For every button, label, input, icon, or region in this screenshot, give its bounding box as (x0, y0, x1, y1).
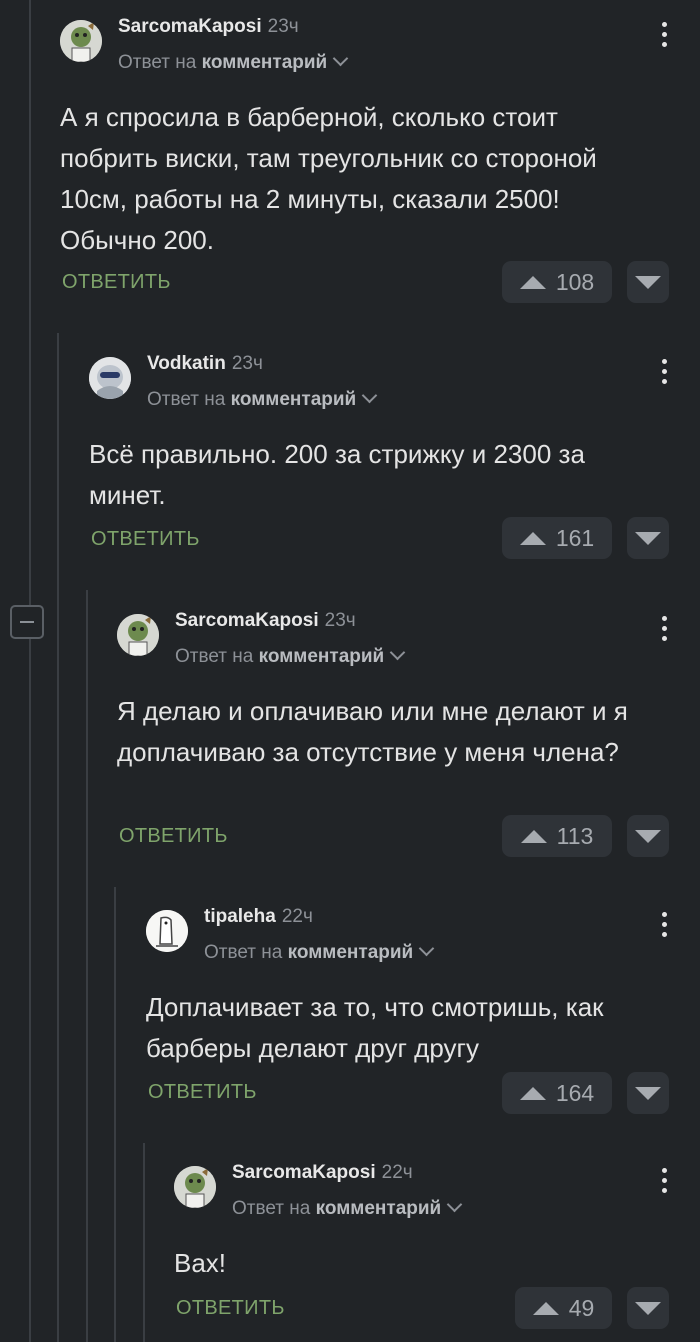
thread-line (86, 590, 88, 1342)
comment-text: А я спросила в барберной, сколько стоит … (60, 102, 597, 255)
comment-author[interactable]: SarcomaKaposi 23ч (118, 16, 299, 38)
reply-button[interactable]: ОТВЕТИТЬ (119, 825, 228, 848)
chevron-down-icon (332, 50, 349, 67)
reply-to-link[interactable]: Ответ на комментарий (175, 644, 406, 668)
triangle-up-icon (519, 531, 546, 545)
upvote-button[interactable]: 108 (502, 261, 612, 303)
triangle-up-icon (532, 1301, 559, 1315)
thread-line (143, 1143, 145, 1342)
triangle-up-icon (520, 829, 547, 843)
triangle-down-icon (635, 1301, 661, 1315)
rating: 113 (556, 822, 594, 849)
comment-text: Всё правильно. 200 за стрижку и 2300 за … (89, 439, 585, 510)
thread-line (29, 0, 31, 605)
thread-line (114, 887, 116, 1342)
rating: 164 (555, 1079, 595, 1106)
downvote-button[interactable] (627, 1287, 669, 1329)
upvote-button[interactable]: 49 (515, 1287, 612, 1329)
comment: SarcomaKaposi 23ч Ответ на комментарий Я … (117, 610, 700, 870)
upvote-button[interactable]: 161 (502, 517, 612, 559)
comment-author[interactable]: Vodkatin 23ч (147, 353, 263, 375)
triangle-down-icon (635, 829, 661, 843)
thread-line (29, 639, 31, 1342)
rating: 161 (555, 524, 595, 551)
collapse-thread-button[interactable] (10, 605, 44, 639)
rating: 108 (555, 268, 595, 295)
reply-to-link[interactable]: Ответ на комментарий (118, 50, 349, 74)
triangle-down-icon (635, 531, 661, 545)
triangle-up-icon (519, 275, 546, 289)
chevron-down-icon (389, 644, 406, 661)
comment-time: 23ч (231, 353, 263, 374)
avatar[interactable] (146, 910, 188, 952)
downvote-button[interactable] (627, 1072, 669, 1114)
thread-line (57, 333, 59, 1342)
comment-time: 22ч (381, 1162, 413, 1183)
comment: tipaleha 22ч Ответ на комментарий Доплачи… (146, 906, 700, 1126)
comment-author[interactable]: SarcomaKaposi 22ч (232, 1162, 413, 1184)
comment: SarcomaKaposi 23ч Ответ на комментарий А … (60, 16, 700, 306)
avatar[interactable] (60, 20, 102, 62)
comment-time: 22ч (281, 906, 313, 927)
rating: 49 (568, 1294, 595, 1321)
comment-author[interactable]: tipaleha 22ч (204, 906, 313, 928)
reply-to-link[interactable]: Ответ на комментарий (147, 387, 378, 411)
reply-button[interactable]: ОТВЕТИТЬ (62, 271, 171, 294)
comment-time: 23ч (267, 16, 299, 37)
triangle-down-icon (635, 275, 661, 289)
comment-text: Я делаю и оплачиваю или мне делают и я д… (117, 696, 628, 767)
avatar[interactable] (174, 1166, 216, 1208)
avatar[interactable] (89, 357, 131, 399)
comment-text: Доплачивает за то, что смотришь, как бар… (146, 992, 604, 1063)
avatar[interactable] (117, 614, 159, 656)
kebab-icon[interactable] (662, 616, 668, 646)
chevron-down-icon (446, 1196, 463, 1213)
chevron-down-icon (418, 940, 435, 957)
comment-time: 23ч (324, 610, 356, 631)
comment-text: Вах! (174, 1248, 227, 1278)
reply-button[interactable]: ОТВЕТИТЬ (91, 528, 200, 551)
upvote-button[interactable]: 113 (502, 815, 612, 857)
comment-author[interactable]: SarcomaKaposi 23ч (175, 610, 356, 632)
downvote-button[interactable] (627, 261, 669, 303)
comment: SarcomaKaposi 22ч Ответ на комментарий Ва… (174, 1162, 700, 1342)
reply-button[interactable]: ОТВЕТИТЬ (148, 1081, 257, 1104)
downvote-button[interactable] (627, 517, 669, 559)
kebab-icon[interactable] (662, 1168, 668, 1198)
minus-icon (20, 621, 34, 623)
reply-to-link[interactable]: Ответ на комментарий (232, 1196, 463, 1220)
kebab-icon[interactable] (662, 912, 668, 942)
triangle-up-icon (519, 1086, 546, 1100)
chevron-down-icon (361, 387, 378, 404)
comment: Vodkatin 23ч Ответ на комментарий Всё пра… (89, 353, 700, 573)
triangle-down-icon (635, 1086, 661, 1100)
upvote-button[interactable]: 164 (502, 1072, 612, 1114)
downvote-button[interactable] (627, 815, 669, 857)
reply-to-link[interactable]: Ответ на комментарий (204, 940, 435, 964)
reply-button[interactable]: ОТВЕТИТЬ (176, 1297, 285, 1320)
kebab-icon[interactable] (662, 359, 668, 389)
kebab-icon[interactable] (662, 22, 668, 52)
